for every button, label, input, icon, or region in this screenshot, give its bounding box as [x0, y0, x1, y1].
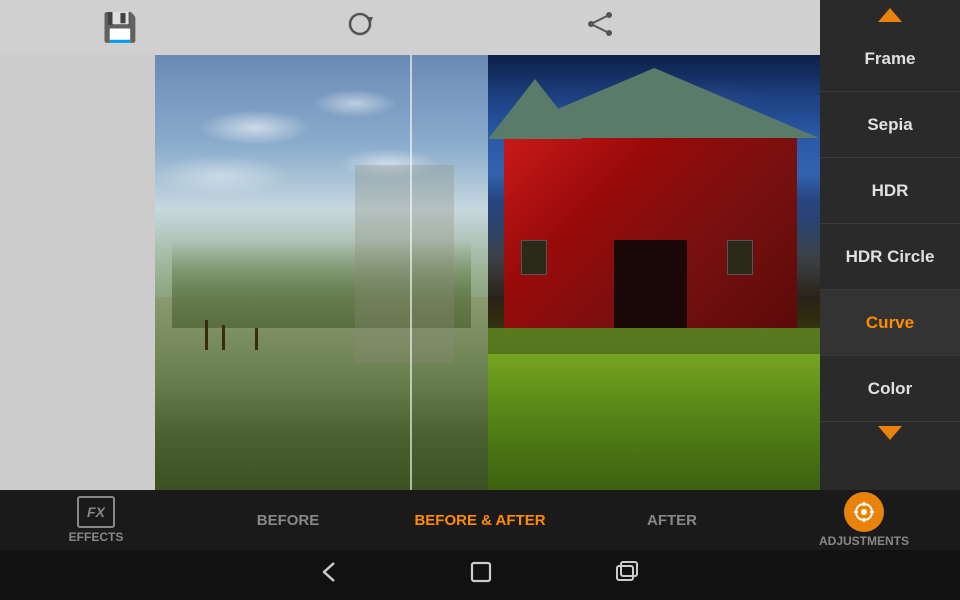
- left-space: [0, 55, 155, 495]
- top-toolbar: 💾 f: [0, 0, 960, 55]
- save-icon[interactable]: 💾: [100, 11, 140, 44]
- panel-item-hdr-circle[interactable]: HDR Circle: [820, 224, 960, 290]
- adjustments-label: Adjustments: [819, 534, 909, 548]
- panel-item-sepia[interactable]: Sepia: [820, 92, 960, 158]
- bottom-bar: fx Effects BEFORE BEFORE & AFTER AFTER A…: [0, 490, 960, 550]
- refresh-icon[interactable]: [340, 9, 380, 46]
- panel-item-frame[interactable]: Frame: [820, 26, 960, 92]
- before-image: [155, 55, 488, 495]
- effects-icon: fx: [77, 496, 115, 528]
- tab-adjustments[interactable]: Adjustments: [768, 490, 960, 550]
- after-image: [488, 55, 821, 495]
- home-button[interactable]: [468, 559, 494, 591]
- tab-after[interactable]: AFTER: [576, 490, 768, 550]
- scroll-up-arrow[interactable]: [878, 8, 902, 22]
- split-divider: [410, 55, 412, 495]
- tab-effects[interactable]: fx Effects: [0, 490, 192, 550]
- panel-item-color[interactable]: Color: [820, 356, 960, 422]
- panel-item-curve[interactable]: Curve: [820, 290, 960, 356]
- effects-label: Effects: [69, 530, 124, 544]
- share-icon[interactable]: [580, 9, 620, 46]
- back-button[interactable]: [320, 561, 348, 589]
- tab-before[interactable]: BEFORE: [192, 490, 384, 550]
- right-panel: Frame Sepia HDR HDR Circle Curve Color: [820, 0, 960, 495]
- image-container: [155, 55, 820, 495]
- system-bar: [0, 550, 960, 600]
- tab-before-after[interactable]: BEFORE & AFTER: [384, 490, 576, 550]
- panel-item-hdr[interactable]: HDR: [820, 158, 960, 224]
- adjustments-icon: [844, 492, 884, 532]
- recent-apps-button[interactable]: [614, 559, 640, 591]
- scroll-down-arrow[interactable]: [878, 426, 902, 440]
